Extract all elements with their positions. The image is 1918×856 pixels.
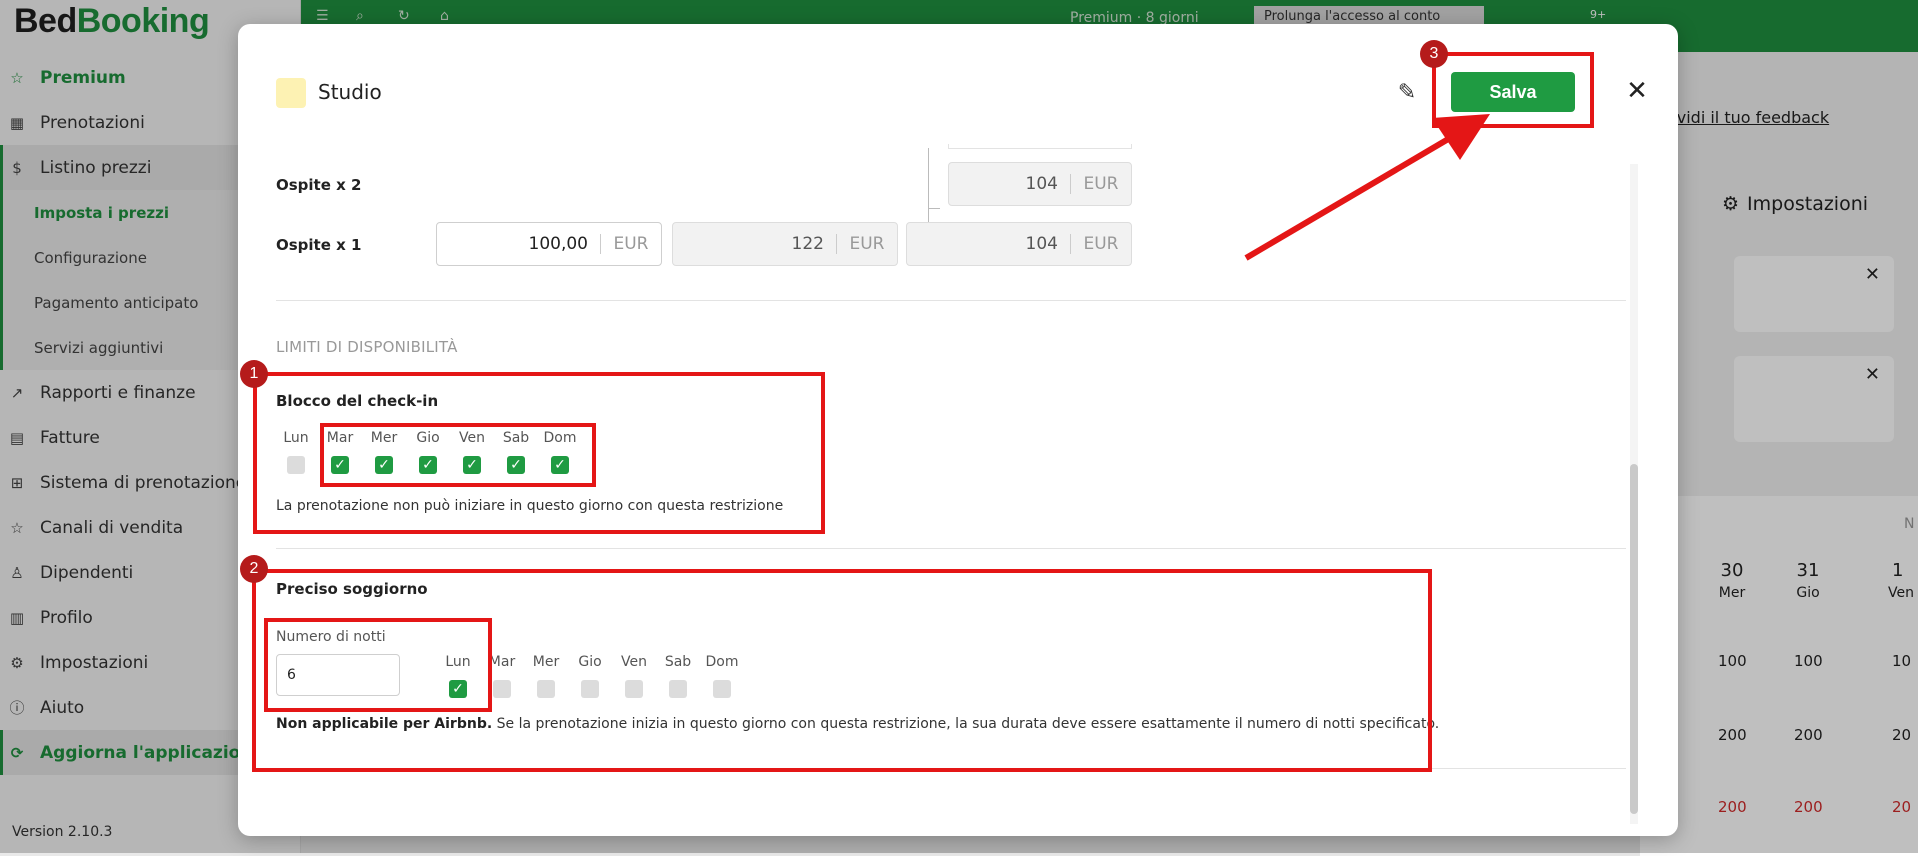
room-color-swatch — [276, 78, 306, 108]
price-field: 122 EUR — [672, 222, 898, 266]
annotation-badge: 1 — [240, 360, 268, 388]
price-field: 104 EUR — [948, 162, 1132, 206]
divider — [276, 300, 1626, 301]
tree-connector — [928, 208, 940, 209]
price-field: 104 EUR — [906, 222, 1132, 266]
close-icon[interactable]: ✕ — [1622, 76, 1652, 106]
scroll-thumb[interactable] — [1630, 464, 1638, 814]
annotation-badge: 3 — [1420, 40, 1448, 68]
price-input[interactable]: 100,00 EUR — [436, 222, 662, 266]
price-box-partial — [948, 144, 1132, 149]
pencil-icon[interactable]: ✎ — [1394, 80, 1420, 106]
annotation-box — [1432, 52, 1594, 128]
annotation-badge: 2 — [240, 555, 268, 583]
modal-scrollbar[interactable] — [1630, 164, 1638, 824]
annotation-box — [264, 618, 492, 712]
modal-title: Studio — [318, 80, 382, 104]
divider — [276, 548, 1626, 549]
section-title: LIMITI DI DISPONIBILITÀ — [276, 338, 458, 356]
price-row-label: Ospite x 2 — [276, 176, 362, 194]
price-row-label: Ospite x 1 — [276, 236, 362, 254]
annotation-box — [320, 423, 596, 487]
